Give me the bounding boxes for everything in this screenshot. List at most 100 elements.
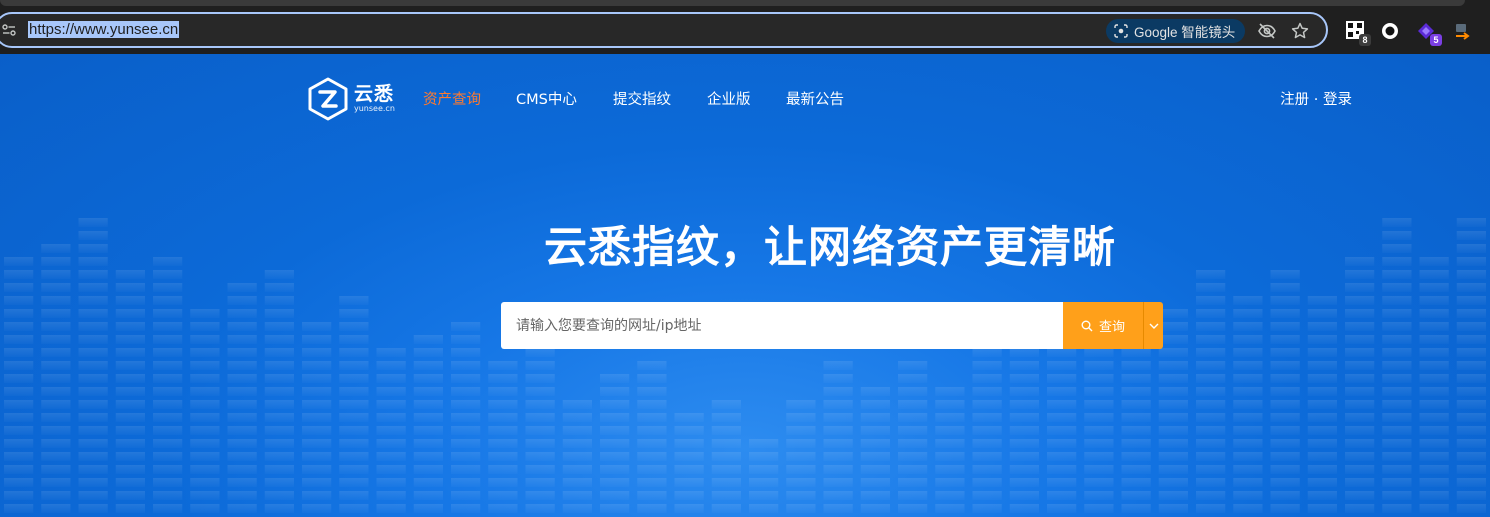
background-bar-block bbox=[860, 413, 890, 422]
background-bar-block bbox=[1382, 296, 1412, 305]
background-bar-block bbox=[78, 387, 108, 396]
google-lens-button[interactable]: Google 智能镜头 bbox=[1106, 19, 1246, 43]
background-bar-block bbox=[1009, 400, 1039, 409]
background-bar-block bbox=[227, 478, 257, 487]
nav-cms-center[interactable]: CMS中心 bbox=[516, 90, 577, 110]
search-button[interactable]: 查询 bbox=[1063, 302, 1143, 349]
background-bar-block bbox=[1233, 348, 1263, 357]
background-bar-block bbox=[1009, 413, 1039, 422]
arrow-extension-glyph bbox=[1456, 24, 1470, 40]
background-bar-block bbox=[1419, 283, 1449, 292]
background-bar-block bbox=[562, 504, 592, 513]
background-bar-block bbox=[190, 335, 220, 344]
background-bar-block bbox=[376, 452, 406, 461]
background-bar-block bbox=[1047, 387, 1077, 396]
background-bar-block bbox=[600, 504, 630, 513]
background-bar-block bbox=[1307, 361, 1337, 370]
background-bar-block bbox=[264, 400, 294, 409]
nav-announcements[interactable]: 最新公告 bbox=[786, 90, 844, 110]
search-button-label: 查询 bbox=[1098, 320, 1125, 335]
background-bar-block bbox=[115, 491, 145, 500]
background-bar-block bbox=[749, 465, 779, 474]
background-bar-block bbox=[1345, 426, 1375, 435]
url-text[interactable]: https://www.yunsee.cn bbox=[28, 20, 180, 40]
nav-asset-query[interactable]: 资产查询 bbox=[423, 90, 481, 110]
background-bar-block bbox=[190, 309, 220, 318]
background-bar-block bbox=[1456, 504, 1486, 513]
background-bar-block bbox=[898, 413, 928, 422]
background-bar-block bbox=[1233, 387, 1263, 396]
background-bar-block bbox=[972, 478, 1002, 487]
nav-submit-fingerprint[interactable]: 提交指纹 bbox=[613, 90, 671, 110]
background-bar-block bbox=[153, 309, 183, 318]
site-info-icon[interactable] bbox=[2, 23, 16, 37]
background-bar-block bbox=[115, 348, 145, 357]
background-bar-block bbox=[1009, 465, 1039, 474]
background-bar-block bbox=[302, 439, 332, 448]
qr-extension-icon[interactable]: 8 bbox=[1345, 20, 1371, 46]
url-selection[interactable]: https://www.yunsee.cn bbox=[28, 21, 180, 38]
background-bar-block bbox=[302, 374, 332, 383]
background-bar-block bbox=[376, 413, 406, 422]
background-bar-block bbox=[4, 322, 34, 331]
purple-extension-icon[interactable]: 5 bbox=[1416, 20, 1442, 46]
background-bar-block bbox=[1382, 348, 1412, 357]
address-bar[interactable]: https://www.yunsee.cn Google 智能镜头 bbox=[0, 12, 1328, 48]
background-bar-block bbox=[1456, 400, 1486, 409]
background-bar-block bbox=[413, 387, 443, 396]
background-bar-block bbox=[1382, 478, 1412, 487]
site-logo[interactable]: 云悉 yunsee.cn bbox=[307, 77, 403, 121]
background-bar-block bbox=[41, 478, 71, 487]
background-bar-block bbox=[972, 400, 1002, 409]
arrow-extension-icon[interactable] bbox=[1453, 20, 1475, 42]
background-bar-block bbox=[153, 387, 183, 396]
background-bar-block bbox=[115, 504, 145, 513]
nav-enterprise[interactable]: 企业版 bbox=[707, 90, 751, 110]
background-bar-block bbox=[451, 413, 481, 422]
search-input[interactable] bbox=[501, 302, 1063, 349]
background-bar-block bbox=[860, 400, 890, 409]
background-bar-block bbox=[488, 504, 518, 513]
background-bar-block bbox=[264, 439, 294, 448]
background-bar-block bbox=[1233, 491, 1263, 500]
background-bar-block bbox=[935, 400, 965, 409]
background-bar-block bbox=[1419, 413, 1449, 422]
background-bar-block bbox=[1233, 322, 1263, 331]
background-bar-block bbox=[525, 478, 555, 487]
background-bar-block bbox=[600, 413, 630, 422]
background-bar-block bbox=[1158, 400, 1188, 409]
background-bar-block bbox=[41, 309, 71, 318]
background-bar-block bbox=[413, 361, 443, 370]
background-bar-block bbox=[339, 361, 369, 370]
background-bar-block bbox=[1121, 413, 1151, 422]
background-bar-block bbox=[1196, 439, 1226, 448]
background-bar-block bbox=[1345, 283, 1375, 292]
background-bar-block bbox=[413, 452, 443, 461]
eye-off-icon[interactable] bbox=[1257, 21, 1277, 41]
background-bar-block bbox=[1158, 439, 1188, 448]
background-bar-block bbox=[562, 413, 592, 422]
background-bar-block bbox=[78, 361, 108, 370]
bookmark-star-icon[interactable] bbox=[1290, 21, 1310, 41]
background-bar-block bbox=[823, 387, 853, 396]
background-bar-block bbox=[1419, 309, 1449, 318]
background-bar-block bbox=[860, 426, 890, 435]
background-bar-block bbox=[1345, 439, 1375, 448]
browser-toolbar: https://www.yunsee.cn Google 智能镜头 8 5 bbox=[0, 6, 1490, 54]
search-type-dropdown[interactable] bbox=[1143, 302, 1163, 349]
register-login-link[interactable]: 注册 · 登录 bbox=[1280, 90, 1352, 110]
background-bar-block bbox=[786, 426, 816, 435]
background-bar-block bbox=[488, 426, 518, 435]
background-bar-block bbox=[1456, 348, 1486, 357]
background-bar-block bbox=[1456, 296, 1486, 305]
background-bar-block bbox=[264, 387, 294, 396]
background-bar-block bbox=[860, 478, 890, 487]
background-bar-block bbox=[786, 465, 816, 474]
background-bar-block bbox=[4, 478, 34, 487]
background-bar-block bbox=[190, 413, 220, 422]
background-bar-block bbox=[1233, 426, 1263, 435]
background-bar-block bbox=[1270, 361, 1300, 370]
background-bar-block bbox=[1084, 426, 1114, 435]
background-bar-block bbox=[1196, 426, 1226, 435]
circle-extension-icon[interactable] bbox=[1380, 20, 1402, 42]
